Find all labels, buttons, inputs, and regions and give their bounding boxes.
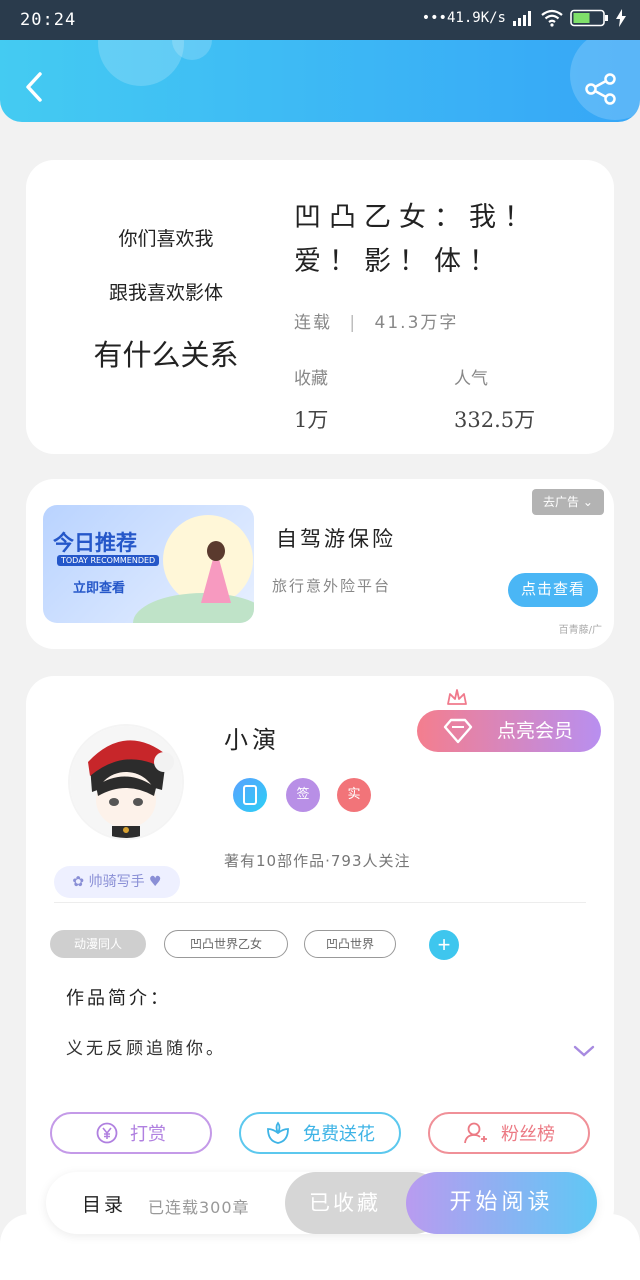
intro-text: 义无反顾追随你。	[66, 1039, 226, 1059]
toc-button[interactable]: 目录	[82, 1190, 126, 1217]
reward-button[interactable]: 打赏	[50, 1112, 212, 1154]
avatar[interactable]	[70, 726, 182, 838]
battery-icon	[570, 9, 608, 27]
ad-description: 旅行意外险平台	[272, 577, 392, 595]
cover-line: 跟我喜欢影体	[108, 282, 223, 304]
share-button[interactable]	[584, 72, 618, 106]
status-bar: 20:24 •••41.9K/s	[0, 0, 640, 40]
popularity-label: 人气	[454, 369, 488, 389]
signal-icon	[513, 11, 531, 26]
status-time: 20:24	[20, 10, 77, 30]
author-card: ✿ 帅骑写手 ♥ 小演 点亮会员 签 实 著有10部作品·793人关注 动漫同人…	[26, 676, 614, 1236]
crown-icon	[447, 689, 467, 705]
tag-aotu-otome[interactable]: 凹凸世界乙女	[164, 930, 288, 958]
expand-chevron-icon[interactable]	[572, 1042, 596, 1060]
book-status: 连载	[294, 313, 332, 333]
ad-card[interactable]: 今日推荐 TODAY RECOMMENDED 立即查看 自驾游保险 旅行意外险平…	[26, 479, 614, 649]
ad-banner-title: 今日推荐	[53, 531, 137, 555]
author-name: 小演	[224, 726, 280, 754]
flower-icon	[267, 1121, 289, 1144]
ad-view-button[interactable]: 点击查看	[508, 573, 598, 607]
book-info-card: 你们喜欢我 跟我喜欢影体 有什么关系 凹凸乙女：我！ 爱！影！体！ 连载 | 4…	[26, 160, 614, 454]
tag-anime-fan[interactable]: 动漫同人	[50, 930, 146, 958]
yuan-coin-icon	[96, 1122, 118, 1144]
ad-banner-cta: 立即查看	[73, 581, 126, 596]
ad-banner-image[interactable]: 今日推荐 TODAY RECOMMENDED 立即查看	[43, 505, 254, 623]
ad-source: 百青藤/广	[558, 625, 602, 636]
charging-icon	[616, 9, 626, 27]
tag-aotu-world[interactable]: 凹凸世界	[304, 930, 396, 958]
ad-title: 自驾游保险	[276, 527, 396, 551]
cover-line: 有什么关系	[93, 338, 239, 372]
author-works-info: 著有10部作品·793人关注	[224, 852, 411, 870]
add-tag-button[interactable]: +	[429, 930, 459, 960]
diamond-icon	[443, 718, 473, 744]
favorites-value: 1万	[294, 408, 329, 432]
wifi-icon	[541, 9, 563, 27]
app-header	[0, 40, 640, 122]
decor-bubble	[98, 40, 184, 86]
start-reading-button[interactable]: 开始阅读	[406, 1172, 597, 1234]
book-cover[interactable]: 你们喜欢我 跟我喜欢影体 有什么关系	[26, 160, 306, 454]
bottom-action-bar: 目录 已连载300章 已收藏 开始阅读	[46, 1172, 597, 1234]
remove-ad-button[interactable]: 去广告 ⌄	[532, 489, 604, 515]
avatar-image	[70, 726, 182, 838]
vip-button[interactable]: 点亮会员	[417, 710, 601, 752]
divider	[54, 902, 586, 903]
status-icons: •••41.9K/s	[422, 9, 626, 27]
back-button[interactable]	[20, 70, 50, 104]
realname-badge: 实	[337, 778, 371, 812]
intro-label: 作品简介：	[66, 988, 171, 1009]
user-icon	[464, 1122, 487, 1144]
send-flower-button[interactable]: 免费送花	[239, 1112, 401, 1154]
phone-icon	[243, 785, 257, 805]
phone-verified-badge	[233, 778, 267, 812]
cover-line: 你们喜欢我	[118, 228, 214, 250]
network-speed: •••41.9K/s	[421, 10, 506, 26]
writer-tag: ✿ 帅骑写手 ♥	[54, 866, 180, 898]
chapter-count: 已连载300章	[148, 1198, 250, 1217]
word-count: 41.3万字	[374, 313, 459, 333]
ad-banner-subtitle: TODAY RECOMMENDED	[57, 555, 160, 566]
fans-ranking-button[interactable]: 粉丝榜	[428, 1112, 590, 1154]
book-title: 凹凸乙女：我！ 爱！影！体！	[294, 202, 539, 277]
popularity-value: 332.5万	[454, 408, 536, 432]
signed-badge: 签	[286, 778, 320, 812]
favorites-label: 收藏	[294, 369, 328, 389]
book-meta: 连载 | 41.3万字	[294, 313, 459, 333]
